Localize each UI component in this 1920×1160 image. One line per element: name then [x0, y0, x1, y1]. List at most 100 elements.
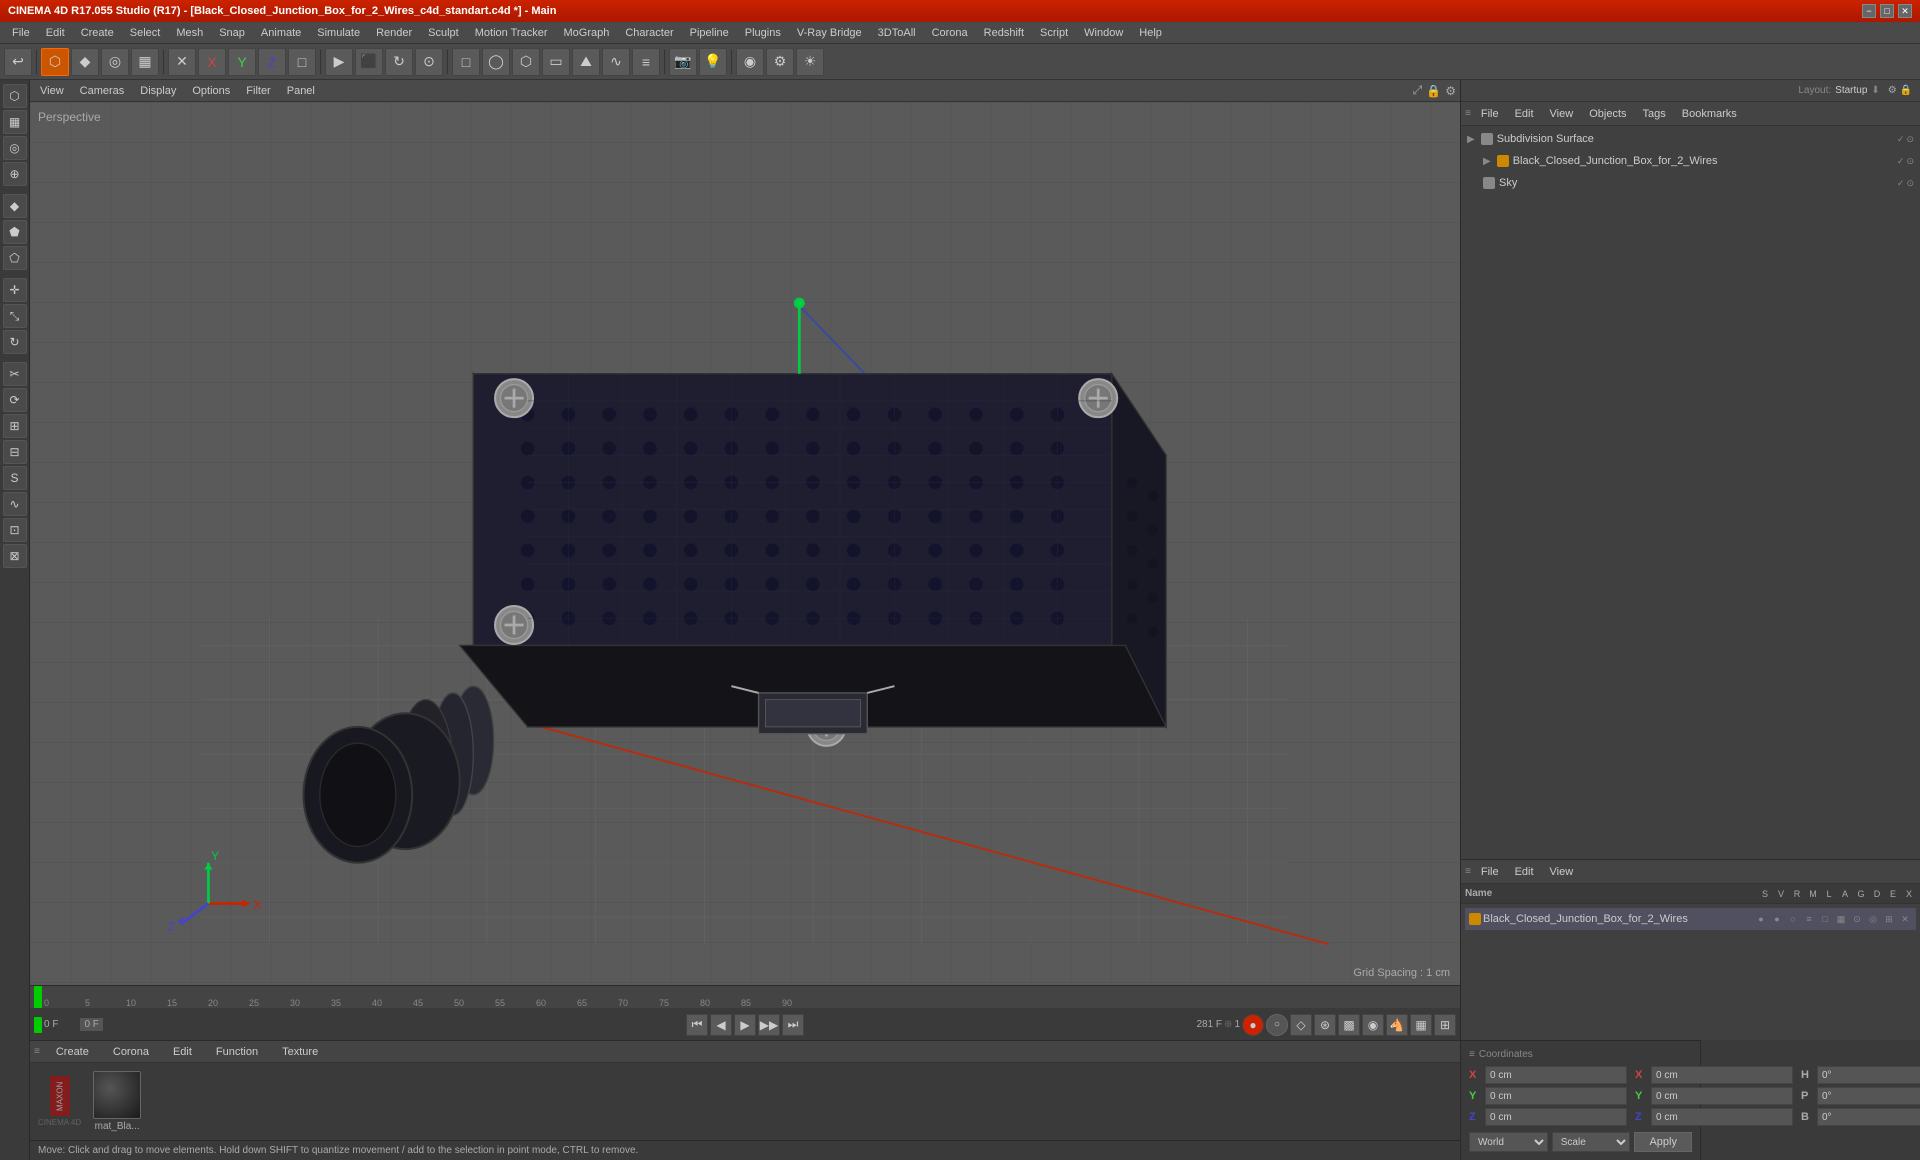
menu-pipeline[interactable]: Pipeline	[682, 25, 737, 41]
scene-file-menu[interactable]: File	[1475, 106, 1505, 122]
layout-icons[interactable]: ⚙ 🔒	[1888, 85, 1912, 96]
toolbar-render-settings[interactable]: ↻	[385, 48, 413, 76]
timeline-ruler[interactable]: 0 5 10 15 20 25 30 35 40 45 50 55 60 65 …	[30, 986, 1460, 1008]
object-item-junction-box[interactable]: ▶ Black_Closed_Junction_Box_for_2_Wires …	[1463, 150, 1918, 172]
sidebar-icon-live[interactable]: ⊠	[3, 544, 27, 568]
toolbar-render[interactable]: ⬛	[355, 48, 383, 76]
menu-select[interactable]: Select	[122, 25, 169, 41]
apply-button[interactable]: Apply	[1634, 1132, 1692, 1152]
toolbar-more[interactable]: ≡	[632, 48, 660, 76]
toolbar-mode-obj[interactable]: ⬡	[41, 48, 69, 76]
toolbar-mode-poly[interactable]: ▦	[131, 48, 159, 76]
play-button[interactable]: ▶	[734, 1014, 756, 1036]
attr-edit-menu[interactable]: Edit	[1509, 864, 1540, 880]
toolbar-undo[interactable]: ↩	[4, 48, 32, 76]
menu-3dtoall[interactable]: 3DToAll	[870, 25, 924, 41]
menu-help[interactable]: Help	[1131, 25, 1170, 41]
prev-frame-button[interactable]: ◀	[710, 1014, 732, 1036]
x-pos-input[interactable]	[1485, 1066, 1627, 1084]
menu-sculpt[interactable]: Sculpt	[420, 25, 467, 41]
sidebar-icon-points[interactable]: ◆	[3, 194, 27, 218]
material-mat-bla[interactable]: mat_Bla...	[93, 1071, 141, 1132]
menu-script[interactable]: Script	[1032, 25, 1076, 41]
toolbar-cylinder[interactable]: ⬡	[512, 48, 540, 76]
y-size-input[interactable]	[1651, 1087, 1793, 1105]
maximize-button[interactable]: □	[1880, 4, 1894, 18]
toolbar-cube[interactable]: □	[452, 48, 480, 76]
menu-file[interactable]: File	[4, 25, 38, 41]
h-rot-input[interactable]	[1817, 1066, 1920, 1084]
toolbar-camera[interactable]: 📷	[669, 48, 697, 76]
z-size-input[interactable]	[1651, 1108, 1793, 1126]
menu-mograph[interactable]: MoGraph	[555, 25, 617, 41]
toolbar-rotate-x[interactable]: X	[198, 48, 226, 76]
toolbar-material[interactable]: ◉	[736, 48, 764, 76]
playback-opt5[interactable]: ⊞	[1434, 1014, 1456, 1036]
sidebar-icon-bridge[interactable]: S	[3, 466, 27, 490]
attr-file-menu[interactable]: File	[1475, 864, 1505, 880]
playback-opt1[interactable]: ▩	[1338, 1014, 1360, 1036]
sidebar-icon-loop[interactable]: ⟳	[3, 388, 27, 412]
viewport-menu-panel[interactable]: Panel	[281, 83, 321, 99]
object-item-subdivision[interactable]: ▶ Subdivision Surface ✓ ⊙	[1463, 128, 1918, 150]
scene-bookmarks-menu[interactable]: Bookmarks	[1676, 106, 1743, 122]
sidebar-icon-mode-texture[interactable]: ▦	[3, 110, 27, 134]
viewport-lock-icon[interactable]: 🔒	[1426, 84, 1441, 98]
viewport-menu-display[interactable]: Display	[134, 83, 182, 99]
sidebar-icon-mode-sculpt[interactable]: ⊕	[3, 162, 27, 186]
world-dropdown[interactable]: World Object	[1469, 1132, 1548, 1152]
sidebar-icon-rotate[interactable]: ↻	[3, 330, 27, 354]
toolbar-shader[interactable]: ⚙	[766, 48, 794, 76]
menu-vray[interactable]: V-Ray Bridge	[789, 25, 870, 41]
record-button[interactable]: ●	[1242, 1014, 1264, 1036]
toolbar-move[interactable]: ✕	[168, 48, 196, 76]
playback-mode-button[interactable]: ⊛	[1314, 1014, 1336, 1036]
toolbar-sun[interactable]: ☀	[796, 48, 824, 76]
goto-end-button[interactable]: ⏭	[782, 1014, 804, 1036]
menu-plugins[interactable]: Plugins	[737, 25, 789, 41]
menu-simulate[interactable]: Simulate	[309, 25, 368, 41]
y-pos-input[interactable]	[1485, 1087, 1627, 1105]
key-button[interactable]: ◇	[1290, 1014, 1312, 1036]
sidebar-icon-extrude[interactable]: ⊞	[3, 414, 27, 438]
play-fwd-button[interactable]: ▶▶	[758, 1014, 780, 1036]
toolbar-render-region[interactable]: ▶	[325, 48, 353, 76]
toolbar-mode-point[interactable]: ◆	[71, 48, 99, 76]
scene-edit-menu[interactable]: Edit	[1509, 106, 1540, 122]
sidebar-icon-weld[interactable]: ∿	[3, 492, 27, 516]
viewport[interactable]: View Cameras Display Options Filter Pane…	[30, 80, 1460, 985]
viewport-expand-icon[interactable]: ⤢	[1413, 83, 1423, 98]
sidebar-icon-bevel[interactable]: ⊟	[3, 440, 27, 464]
menu-mesh[interactable]: Mesh	[168, 25, 211, 41]
sidebar-icon-scale[interactable]: ⤡	[3, 304, 27, 328]
attr-row-jbox[interactable]: Black_Closed_Junction_Box_for_2_Wires ● …	[1465, 908, 1916, 930]
playback-opt2[interactable]: ◉	[1362, 1014, 1384, 1036]
menu-create[interactable]: Create	[73, 25, 122, 41]
sidebar-icon-knife[interactable]: ✂	[3, 362, 27, 386]
toolbar-render-to[interactable]: ⊙	[415, 48, 443, 76]
sidebar-icon-mode-model[interactable]: ⬡	[3, 84, 27, 108]
menu-snap[interactable]: Snap	[211, 25, 253, 41]
viewport-menu-options[interactable]: Options	[186, 83, 236, 99]
sidebar-icon-mode-bp[interactable]: ◎	[3, 136, 27, 160]
toolbar-scale[interactable]: □	[288, 48, 316, 76]
b-rot-input[interactable]	[1817, 1108, 1920, 1126]
menu-window[interactable]: Window	[1076, 25, 1131, 41]
toolbar-rotate-y[interactable]: Y	[228, 48, 256, 76]
toolbar-plane[interactable]: ▭	[542, 48, 570, 76]
close-button[interactable]: ✕	[1898, 4, 1912, 18]
toolbar-spline[interactable]: ∿	[602, 48, 630, 76]
x-size-input[interactable]	[1651, 1066, 1793, 1084]
toolbar-light[interactable]: 💡	[699, 48, 727, 76]
sidebar-icon-edges[interactable]: ⬟	[3, 220, 27, 244]
tab-corona[interactable]: Corona	[105, 1044, 157, 1060]
scene-objects-menu[interactable]: Objects	[1583, 106, 1632, 122]
z-pos-input[interactable]	[1485, 1108, 1627, 1126]
toolbar-sphere[interactable]: ◯	[482, 48, 510, 76]
sidebar-icon-polygons[interactable]: ⬠	[3, 246, 27, 270]
object-item-sky[interactable]: Sky ✓ ⊙	[1463, 172, 1918, 194]
menu-corona[interactable]: Corona	[924, 25, 976, 41]
menu-motion-tracker[interactable]: Motion Tracker	[467, 25, 556, 41]
playback-opt3[interactable]: 🐴	[1386, 1014, 1408, 1036]
playback-opt4[interactable]: ▦	[1410, 1014, 1432, 1036]
